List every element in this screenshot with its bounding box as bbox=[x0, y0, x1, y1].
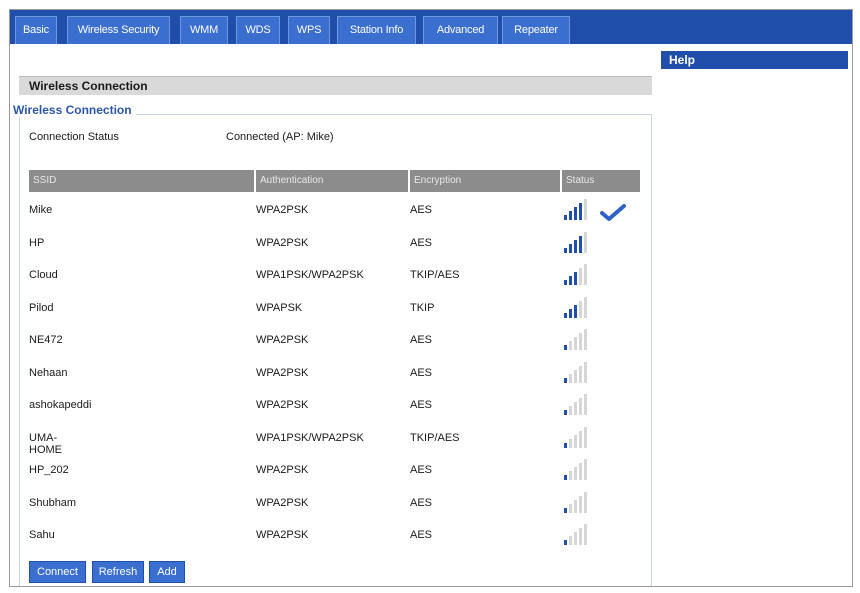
help-title: Help bbox=[661, 51, 848, 69]
encryption-cell: TKIP/AES bbox=[410, 431, 460, 444]
encryption-cell: AES bbox=[410, 529, 433, 541]
wifi-signal-icon bbox=[564, 329, 587, 350]
tab-repeater[interactable]: Repeater bbox=[502, 16, 570, 44]
add-button[interactable]: Add bbox=[149, 561, 185, 583]
encryption-cell: AES bbox=[410, 496, 433, 509]
authentication-cell: WPA2PSK bbox=[256, 464, 309, 476]
authentication-cell: WPA1PSK/WPA2PSK bbox=[256, 431, 364, 444]
ssid-cell: ashokapeddi bbox=[29, 399, 92, 411]
encryption-cell: TKIP bbox=[410, 301, 435, 314]
refresh-button[interactable]: Refresh bbox=[92, 561, 144, 583]
tab-wireless-security[interactable]: Wireless Security bbox=[67, 16, 170, 44]
tab-wps[interactable]: WPS bbox=[288, 16, 330, 44]
ssid-cell: UMA-HOME bbox=[29, 431, 62, 456]
wifi-signal-icon bbox=[564, 491, 587, 513]
tab-wmm[interactable]: WMM bbox=[180, 16, 228, 44]
wifi-signal-icon bbox=[564, 264, 587, 285]
ssid-cell: HP_202 bbox=[29, 464, 69, 476]
encryption-cell: AES bbox=[410, 204, 433, 216]
authentication-cell: WPA2PSK bbox=[256, 496, 309, 509]
authentication-cell: WPA2PSK bbox=[256, 236, 309, 249]
column-header-encryption[interactable]: Encryption bbox=[410, 170, 560, 192]
tab-advanced[interactable]: Advanced bbox=[423, 16, 498, 44]
wifi-signal-icon bbox=[564, 231, 587, 253]
connect-button[interactable]: Connect bbox=[29, 561, 86, 583]
column-header-status[interactable]: Status bbox=[562, 170, 640, 192]
column-header-ssid[interactable]: SSID bbox=[29, 170, 254, 192]
encryption-cell: AES bbox=[410, 236, 433, 249]
tab-station-info[interactable]: Station Info bbox=[337, 16, 416, 44]
tab-wds[interactable]: WDS bbox=[236, 16, 280, 44]
authentication-cell: WPA2PSK bbox=[256, 204, 309, 216]
authentication-cell: WPAPSK bbox=[256, 301, 303, 314]
ssid-cell: Pilod bbox=[29, 301, 54, 314]
encryption-cell: AES bbox=[410, 366, 433, 379]
encryption-cell: AES bbox=[410, 334, 433, 346]
connection-status-value: Connected (AP: Mike) bbox=[226, 131, 334, 143]
wifi-signal-icon bbox=[564, 361, 587, 383]
fieldset-legend: Wireless Connection bbox=[13, 103, 136, 117]
encryption-cell: TKIP/AES bbox=[410, 269, 460, 281]
authentication-cell: WPA2PSK bbox=[256, 399, 309, 411]
ssid-cell: Cloud bbox=[29, 269, 58, 281]
section-header: Wireless Connection bbox=[19, 76, 652, 95]
authentication-cell: WPA2PSK bbox=[256, 529, 309, 541]
wifi-signal-icon bbox=[564, 524, 587, 545]
wifi-signal-icon bbox=[564, 394, 587, 415]
encryption-cell: AES bbox=[410, 399, 433, 411]
router-config-panel: Basic Wireless Security WMM WDS WPS Stat… bbox=[9, 9, 853, 587]
wifi-signal-icon bbox=[564, 199, 587, 220]
ssid-cell: Mike bbox=[29, 204, 53, 216]
tab-bar: Basic Wireless Security WMM WDS WPS Stat… bbox=[10, 10, 852, 44]
ssid-cell: Sahu bbox=[29, 529, 55, 541]
column-header-authentication[interactable]: Authentication bbox=[256, 170, 408, 192]
wifi-signal-icon bbox=[564, 459, 587, 480]
ssid-cell: HP bbox=[29, 236, 45, 249]
authentication-cell: WPA2PSK bbox=[256, 366, 309, 379]
wifi-signal-icon bbox=[564, 426, 587, 448]
ssid-cell: Nehaan bbox=[29, 366, 68, 379]
checkmark-icon bbox=[600, 204, 626, 221]
ssid-cell: Shubham bbox=[29, 496, 77, 509]
authentication-cell: WPA1PSK/WPA2PSK bbox=[256, 269, 364, 281]
connection-status-label: Connection Status bbox=[29, 131, 119, 143]
authentication-cell: WPA2PSK bbox=[256, 334, 309, 346]
tab-basic[interactable]: Basic bbox=[15, 16, 57, 44]
ssid-cell: NE472 bbox=[29, 334, 63, 346]
encryption-cell: AES bbox=[410, 464, 433, 476]
wifi-signal-icon bbox=[564, 296, 587, 318]
